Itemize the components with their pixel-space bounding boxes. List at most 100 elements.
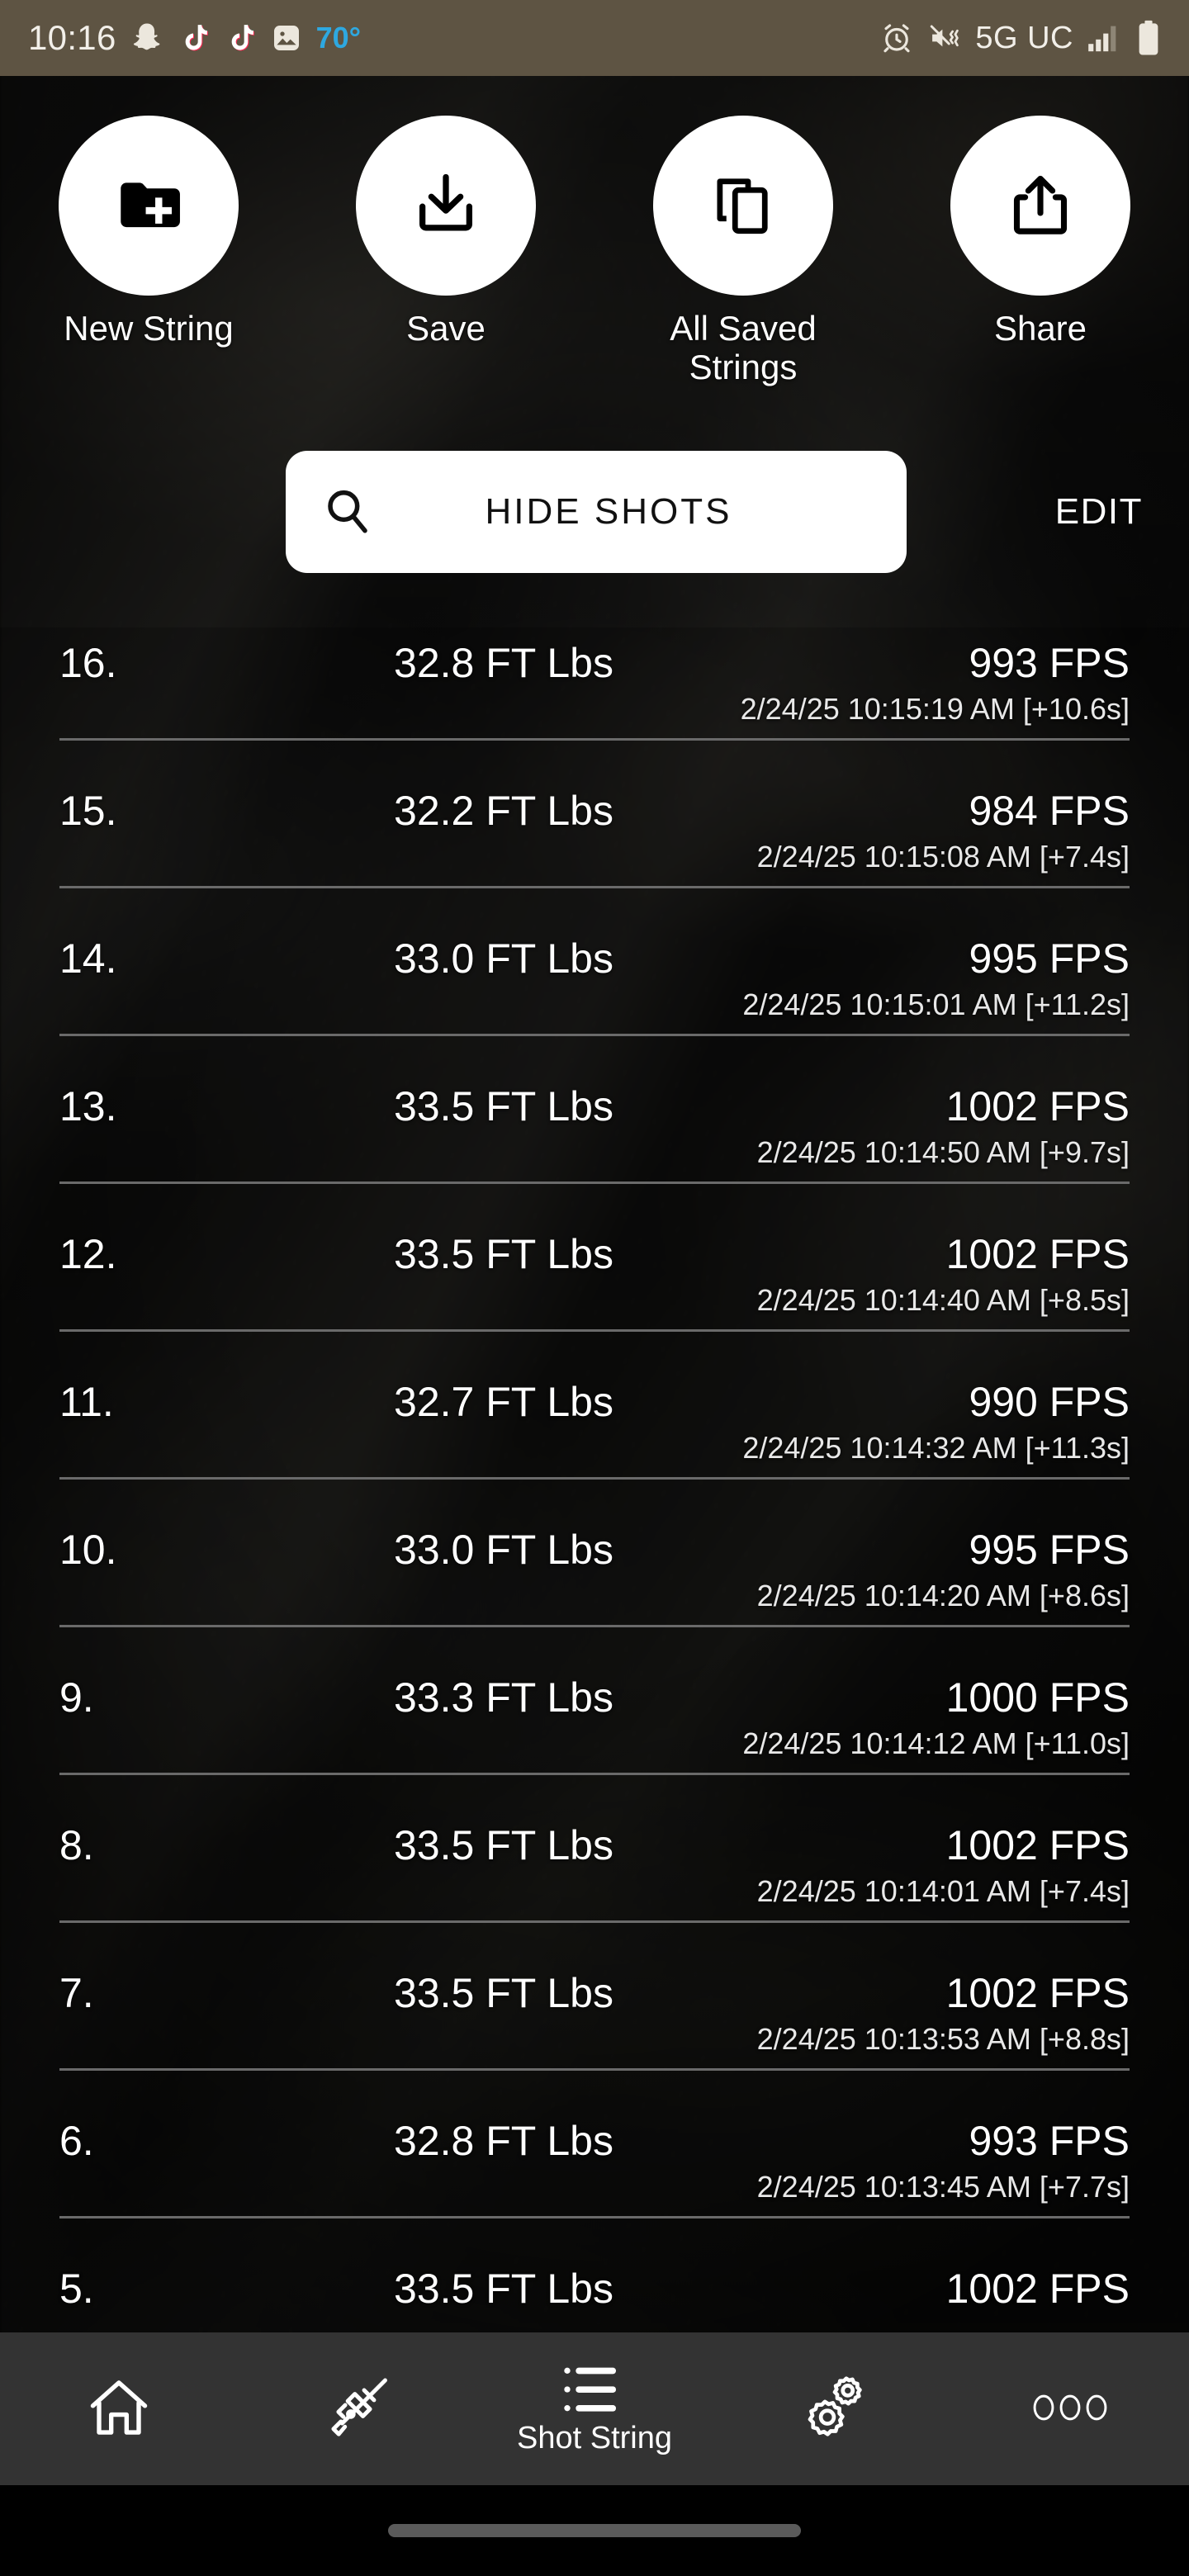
status-clock: 10:16 bbox=[28, 18, 116, 57]
shot-row-main: 14. 33.0 FT Lbs 995 FPS bbox=[59, 923, 1130, 983]
row-divider bbox=[59, 886, 1130, 888]
all-saved-strings-label: All Saved Strings bbox=[670, 309, 817, 387]
shot-row-main: 16. 32.8 FT Lbs 993 FPS bbox=[59, 627, 1130, 687]
shot-row-main: 13. 33.5 FT Lbs 1002 FPS bbox=[59, 1071, 1130, 1130]
shot-row-main: 6. 32.8 FT Lbs 993 FPS bbox=[59, 2105, 1130, 2165]
list-icon bbox=[561, 2361, 628, 2417]
shot-speed: 984 FPS bbox=[969, 788, 1130, 834]
save-button[interactable]: Save bbox=[322, 116, 570, 386]
bottom-navigation-bar: Shot String bbox=[0, 2332, 1189, 2485]
nav-item-settings[interactable] bbox=[713, 2370, 951, 2448]
shot-timestamp: 2/24/25 10:14:12 AM [+11.0s] bbox=[742, 1726, 1130, 1760]
shot-index: 16. bbox=[59, 640, 117, 686]
save-label: Save bbox=[406, 309, 486, 348]
shot-index: 8. bbox=[59, 1822, 94, 1868]
shot-speed: 990 FPS bbox=[969, 1379, 1130, 1425]
hide-shots-button[interactable]: HIDE SHOTS bbox=[286, 451, 907, 573]
shot-index: 10. bbox=[59, 1527, 117, 1573]
table-row[interactable]: 11. 32.7 FT Lbs 990 FPS 2/24/25 10:14:32 AM… bbox=[0, 1366, 1189, 1514]
shot-index: 6. bbox=[59, 2118, 94, 2164]
nav-item-shot-string[interactable]: Shot String bbox=[476, 2361, 713, 2456]
snapchat-icon bbox=[130, 21, 164, 55]
share-button-circle[interactable] bbox=[950, 116, 1130, 296]
save-button-circle[interactable] bbox=[356, 116, 536, 296]
shot-row-main: 11. 32.7 FT Lbs 990 FPS bbox=[59, 1366, 1130, 1426]
shot-energy: 33.0 FT Lbs bbox=[394, 1527, 613, 1573]
shot-speed: 993 FPS bbox=[969, 2118, 1130, 2164]
tiktok-icon bbox=[224, 21, 257, 54]
shot-energy: 33.5 FT Lbs bbox=[394, 1083, 613, 1129]
all-saved-strings-button[interactable]: All Saved Strings bbox=[619, 116, 867, 386]
shot-row-main: 8. 33.5 FT Lbs 1002 FPS bbox=[59, 1810, 1130, 1869]
vibrate-mute-icon bbox=[927, 21, 962, 55]
shot-energy: 32.7 FT Lbs bbox=[394, 1379, 613, 1425]
all-saved-strings-button-circle[interactable] bbox=[653, 116, 833, 296]
shot-energy: 33.5 FT Lbs bbox=[394, 1822, 613, 1868]
shot-timestamp: 2/24/25 10:14:32 AM [+11.3s] bbox=[742, 1431, 1130, 1465]
shot-speed: 1002 FPS bbox=[945, 1083, 1130, 1129]
shot-speed: 1002 FPS bbox=[945, 1822, 1130, 1868]
table-row[interactable]: 13. 33.5 FT Lbs 1002 FPS 2/24/25 10:14:50 A… bbox=[0, 1071, 1189, 1219]
edit-button[interactable]: EDIT bbox=[1055, 491, 1143, 533]
row-divider bbox=[59, 1034, 1130, 1036]
shot-row-main: 15. 32.2 FT Lbs 984 FPS bbox=[59, 775, 1130, 835]
shot-speed: 1002 FPS bbox=[945, 1970, 1130, 2016]
shot-speed: 993 FPS bbox=[969, 640, 1130, 686]
table-row[interactable]: 7. 33.5 FT Lbs 1002 FPS 2/24/25 10:13:53 AM… bbox=[0, 1958, 1189, 2105]
shot-energy: 33.5 FT Lbs bbox=[394, 1970, 613, 2016]
gears-icon bbox=[795, 2370, 869, 2445]
table-row[interactable]: 6. 32.8 FT Lbs 993 FPS 2/24/25 10:13:45 AM … bbox=[0, 2105, 1189, 2253]
shot-row-main: 5. 33.5 FT Lbs 1002 FPS bbox=[59, 2253, 1130, 2313]
row-divider bbox=[59, 2216, 1130, 2218]
signal-bars-icon bbox=[1087, 23, 1123, 53]
row-divider bbox=[59, 2068, 1130, 2071]
table-row[interactable]: 14. 33.0 FT Lbs 995 FPS 2/24/25 10:15:01 AM… bbox=[0, 923, 1189, 1071]
table-row[interactable]: 16. 32.8 FT Lbs 993 FPS 2/24/25 10:15:19 AM… bbox=[0, 627, 1189, 775]
shot-index: 9. bbox=[59, 1674, 94, 1721]
search-row: HIDE SHOTS EDIT bbox=[0, 446, 1189, 578]
shot-row-main: 12. 33.5 FT Lbs 1002 FPS bbox=[59, 1219, 1130, 1278]
nav-item-more[interactable] bbox=[951, 2391, 1189, 2427]
tiktok-icon bbox=[178, 21, 211, 54]
row-divider bbox=[59, 1329, 1130, 1332]
nav-item-rifle[interactable] bbox=[238, 2370, 476, 2448]
alarm-icon bbox=[879, 21, 914, 55]
shot-index: 11. bbox=[59, 1379, 114, 1425]
shot-index: 5. bbox=[59, 2266, 94, 2312]
shot-row-main: 10. 33.0 FT Lbs 995 FPS bbox=[59, 1514, 1130, 1574]
share-button[interactable]: Share bbox=[917, 116, 1164, 386]
shot-timestamp: 2/24/25 10:15:01 AM [+11.2s] bbox=[742, 987, 1130, 1021]
nav-item-home[interactable] bbox=[0, 2372, 238, 2446]
row-divider bbox=[59, 1920, 1130, 1923]
table-row[interactable]: 10. 33.0 FT Lbs 995 FPS 2/24/25 10:14:20 AM… bbox=[0, 1514, 1189, 1662]
battery-icon bbox=[1136, 20, 1161, 56]
share-upload-icon bbox=[1003, 168, 1078, 243]
table-row[interactable]: 12. 33.5 FT Lbs 1002 FPS 2/24/25 10:14:40 A… bbox=[0, 1219, 1189, 1366]
system-gesture-area bbox=[0, 2485, 1189, 2576]
row-divider bbox=[59, 1773, 1130, 1775]
status-bar-right: 5G UC bbox=[879, 20, 1161, 56]
status-bar: 10:16 70° 5G UC bbox=[0, 0, 1189, 76]
shot-energy: 33.5 FT Lbs bbox=[394, 2266, 613, 2312]
folder-plus-icon bbox=[111, 168, 187, 244]
shot-speed: 995 FPS bbox=[969, 1527, 1130, 1573]
new-string-button[interactable]: New String bbox=[25, 116, 272, 386]
app-screen: 10:16 70° 5G UC New String Save All Save… bbox=[0, 0, 1189, 2576]
shot-timestamp: 2/24/25 10:13:45 AM [+7.7s] bbox=[756, 2170, 1130, 2204]
home-indicator[interactable] bbox=[388, 2524, 801, 2537]
gallery-icon bbox=[270, 21, 303, 54]
search-icon bbox=[286, 483, 410, 541]
top-action-bar: New String Save All Saved Strings Share bbox=[0, 116, 1189, 386]
share-label: Share bbox=[993, 309, 1087, 348]
shot-timestamp: 2/24/25 10:15:19 AM [+10.6s] bbox=[740, 692, 1130, 726]
download-tray-icon bbox=[408, 168, 484, 244]
table-row[interactable]: 8. 33.5 FT Lbs 1002 FPS 2/24/25 10:14:01 AM… bbox=[0, 1810, 1189, 1958]
table-row[interactable]: 15. 32.2 FT Lbs 984 FPS 2/24/25 10:15:08 AM… bbox=[0, 775, 1189, 923]
row-divider bbox=[59, 738, 1130, 741]
shot-energy: 33.0 FT Lbs bbox=[394, 935, 613, 982]
shot-timestamp: 2/24/25 10:15:08 AM [+7.4s] bbox=[756, 840, 1130, 874]
new-string-button-circle[interactable] bbox=[59, 116, 239, 296]
table-row[interactable]: 9. 33.3 FT Lbs 1000 FPS 2/24/25 10:14:12 AM… bbox=[0, 1662, 1189, 1810]
shot-string-list[interactable]: 16. 32.8 FT Lbs 993 FPS 2/24/25 10:15:19 AM… bbox=[0, 627, 1189, 2357]
home-icon bbox=[83, 2372, 154, 2443]
